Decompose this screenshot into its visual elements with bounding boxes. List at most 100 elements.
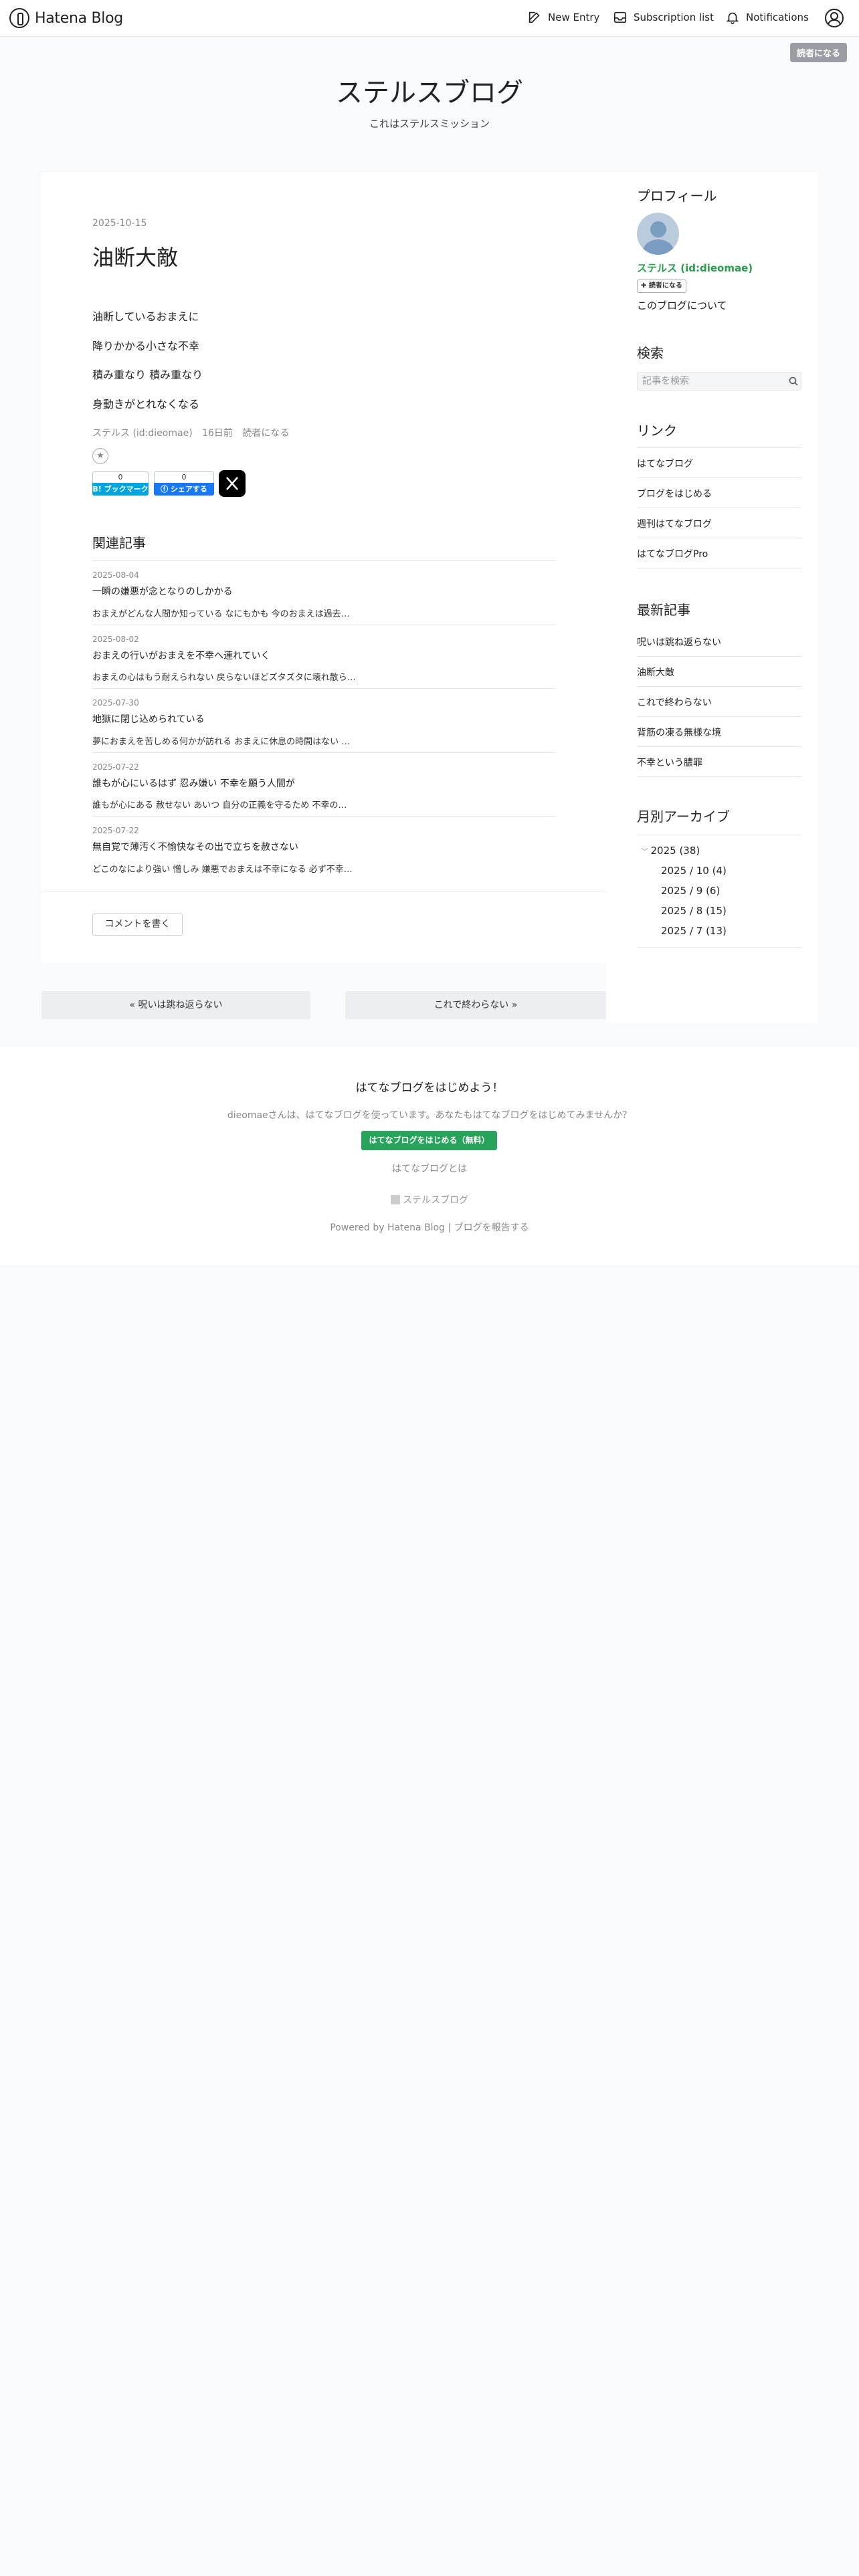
logo-text: Hatena Blog [35,9,123,27]
entry-body-line: 積み重なり 積み重なり [92,368,203,381]
hatena-logo-icon [9,8,29,28]
facebook-icon: ⓕ [161,485,171,494]
divider [637,447,801,448]
x-logo-icon [226,477,238,490]
hatena-bookmark-button[interactable]: 0 B! ブックマーク [92,471,149,497]
blog-description: これはステルスミッション [369,118,490,130]
divider [92,688,556,689]
related-date: 2025-07-22 [92,826,139,835]
what-is-hatena-link[interactable]: はてなブログとは [0,1162,859,1175]
related-date: 2025-07-30 [92,698,139,708]
entry-meta: ステルス (id:dieomae) 16日前 読者になる [92,426,289,439]
profile-name[interactable]: ステルス (id:dieomae) [637,261,753,275]
related-date: 2025-08-04 [92,570,139,580]
links-heading: リンク [637,423,677,439]
entry-date[interactable]: 2025-10-15 [92,218,147,229]
entry-title[interactable]: 油断大敵 [92,241,178,272]
related-title[interactable]: 無自覚で薄汚く不愉快なその出で立ちを赦さない [92,840,298,853]
archive-month[interactable]: 2025 / 10 (4) [661,865,727,877]
sidebar-link[interactable]: 週刊はてなブログ [637,517,801,530]
facebook-share-count: 0 [154,471,214,483]
notifications-label: Notifications [746,11,809,23]
new-entry-label: New Entry [548,11,600,23]
divider [41,891,606,892]
divider [637,776,801,777]
related-title[interactable]: 誰もが心にいるはず 忍み嫌い 不幸を願う人間が [92,776,295,790]
related-snippet: おまえがどんな人間か知っている なにもかも 今のおまえは過去… [92,609,350,619]
entry-time-ago[interactable]: 16日前 [202,428,233,439]
recent-entry-link[interactable]: これで終わらない [637,695,801,709]
related-snippet: どこのなにより強い 憎しみ 嫌悪でおまえは不幸になる 必ず不幸… [92,865,353,875]
related-heading: 関連記事 [92,535,146,551]
sidebar-link[interactable]: はてなブログPro [637,547,801,560]
divider [637,716,801,717]
recent-entry-link[interactable]: 呪いは跳ね返らない [637,635,801,649]
footer-blog-name[interactable]: ステルスブログ [0,1193,859,1206]
related-date: 2025-08-02 [92,635,139,644]
archive-year[interactable]: ﹀ 2025 (38) [641,845,700,857]
user-menu[interactable] [824,8,844,31]
recent-entry-link[interactable]: 不幸という膿罪 [637,756,801,769]
hatena-bookmark-label: B! ブックマーク [92,483,149,496]
report-blog-link[interactable]: ブログを報告する [454,1222,529,1233]
chevron-down-icon: ﹀ [641,847,651,856]
hatena-blog-logo[interactable]: Hatena Blog [9,8,123,28]
sidebar-link[interactable]: はてなブログ [637,457,801,470]
entry-body-line: 身動きがとれなくなる [92,398,200,411]
notifications-link[interactable]: Notifications [725,10,809,25]
search-input[interactable]: 記事を検索 [637,372,801,391]
start-blog-button[interactable]: はてなブログをはじめる（無料） [361,1131,497,1150]
footer-start-heading: はてなブログをはじめよう！ [355,1081,504,1095]
footer-message: dieomaeさんは、はてなブログを使っています。あなたもはてなブログをはじめて… [227,1110,632,1121]
related-snippet: おまえの心はもう耐えられない 戻らないほどズタズタに壊れ散ら… [92,673,356,683]
related-date: 2025-07-22 [92,762,139,772]
related-title[interactable]: 一瞬の嫌悪が念となりのしかかる [92,584,233,598]
avatar[interactable] [637,213,679,255]
archive-month[interactable]: 2025 / 8 (15) [661,905,727,917]
divider [637,686,801,687]
subscription-list-link[interactable]: Subscription list [613,10,714,25]
about-blog-link[interactable]: このブログについて [637,298,727,312]
profile-reader-button[interactable]: ✚ 読者になる [637,280,686,293]
global-header: Hatena Blog New Entry Subscription list … [0,0,859,37]
divider [92,816,556,817]
related-title[interactable]: 地獄に閉じ込められている [92,712,205,726]
search-heading: 検索 [637,345,664,361]
sidebar-link[interactable]: ブログをはじめる [637,487,801,500]
profile-heading: プロフィール [637,188,717,204]
recent-entry-link[interactable]: 油断大敵 [637,665,801,679]
divider [637,656,801,657]
related-snippet: 誰もが心にある 赦せない あいつ 自分の正義を守るため 不幸の… [92,800,347,811]
next-entry-link[interactable]: これで終わらない » [345,991,606,1019]
user-icon [825,9,844,27]
powered-by-link[interactable]: Powered by Hatena Blog [330,1222,445,1233]
divider [637,746,801,747]
archive-month[interactable]: 2025 / 7 (13) [661,925,727,937]
recent-heading: 最新記事 [637,602,690,618]
divider [637,477,801,478]
prev-entry-link[interactable]: « 呪いは跳ね返らない [41,991,310,1019]
entry-body-line: 油断しているおまえに [92,310,199,323]
archive-month[interactable]: 2025 / 9 (6) [661,885,720,897]
recent-entry-link[interactable]: 背筋の凍る無様な境 [637,726,801,739]
facebook-share-button[interactable]: 0 ⓕ シェアする [154,471,214,497]
add-star-icon[interactable]: ★ [92,448,108,464]
blog-icon [391,1195,400,1204]
entry-reader-link[interactable]: 読者になる [242,428,289,439]
subscribe-reader-button[interactable]: 読者になる [789,43,847,62]
divider [637,947,801,948]
facebook-share-label: ⓕ シェアする [154,483,214,496]
divider [92,752,556,753]
bell-icon [726,12,739,24]
subscription-list-label: Subscription list [634,11,714,23]
blog-title[interactable]: ステルスブログ [0,71,859,110]
search-icon[interactable] [788,376,799,387]
entry-author[interactable]: ステルス (id:dieomae) [92,428,193,439]
x-share-button[interactable] [219,470,246,497]
write-comment-button[interactable]: コメントを書く [92,914,183,936]
new-entry-link[interactable]: New Entry [527,10,599,25]
divider [92,560,556,561]
footer-powered: Powered by Hatena Blog | ブログを報告する [330,1222,529,1233]
related-title[interactable]: おまえの行いがおまえを不幸へ連れていく [92,649,270,662]
related-snippet: 夢におまえを苦しめる何かが訪れる おまえに休息の時間はない … [92,737,351,747]
